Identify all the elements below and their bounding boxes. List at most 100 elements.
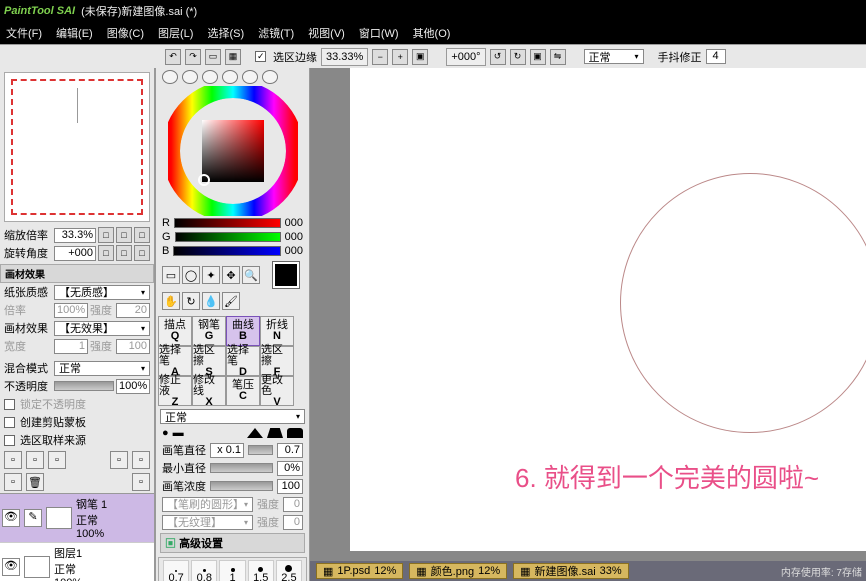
menu-window[interactable]: 窗口(W) bbox=[359, 25, 399, 41]
selection-source-checkbox[interactable] bbox=[4, 435, 15, 446]
deselect-button[interactable]: ▭ bbox=[205, 49, 221, 65]
mixer-tab[interactable] bbox=[222, 70, 238, 84]
swatch-tab[interactable] bbox=[242, 70, 258, 84]
advanced-settings-toggle[interactable]: ▣ 高级设置 bbox=[160, 533, 305, 553]
color-wheel[interactable] bbox=[156, 86, 309, 216]
size-preset[interactable]: 1 bbox=[219, 560, 245, 581]
brush-tool[interactable]: 🖌 bbox=[222, 292, 240, 310]
zoom-in-button[interactable]: + bbox=[392, 49, 408, 65]
size-preset[interactable]: 1.5 bbox=[248, 560, 274, 581]
nav-angle-input[interactable]: +000 bbox=[54, 246, 96, 261]
color-wheel-tab[interactable] bbox=[162, 70, 178, 84]
anchor-tool[interactable]: 描点Q bbox=[158, 316, 192, 346]
invert-button[interactable]: ▦ bbox=[225, 49, 241, 65]
rotate-ccw-button[interactable]: ↺ bbox=[490, 49, 506, 65]
rgb-slider-tab[interactable] bbox=[182, 70, 198, 84]
eye-icon[interactable]: 👁 bbox=[2, 509, 20, 527]
menu-select[interactable]: 选择(S) bbox=[207, 25, 244, 41]
doc-tab[interactable]: ▦新建图像.sai33% bbox=[513, 563, 629, 579]
tip-shape-3[interactable] bbox=[287, 428, 303, 438]
tip-shape-2[interactable] bbox=[267, 428, 283, 438]
opacity-slider[interactable] bbox=[54, 381, 114, 391]
brush-size-slider[interactable] bbox=[248, 445, 273, 455]
lock-opacity-checkbox[interactable] bbox=[4, 399, 15, 410]
canvas-area[interactable]: 6. 就得到一个完美的圆啦~ ▦1P.psd12% ▦颜色.png12% ▦新建… bbox=[310, 68, 866, 581]
whiteout-tool[interactable]: 修正液Z bbox=[158, 376, 192, 406]
new-linework-button[interactable]: ▫ bbox=[26, 451, 44, 469]
nav-zoom-out[interactable]: □ bbox=[98, 227, 114, 243]
canvas-paper[interactable]: 6. 就得到一个完美的圆啦~ bbox=[350, 68, 866, 551]
material-effect-dropdown[interactable]: 【无效果】 bbox=[54, 321, 150, 336]
curve-tool[interactable]: 曲线B bbox=[226, 316, 260, 346]
zoom-fit-button[interactable]: ▣ bbox=[412, 49, 428, 65]
fg-color-swatch[interactable] bbox=[273, 262, 299, 288]
zoom-tool[interactable]: 🔍 bbox=[242, 266, 260, 284]
lineedit-tool[interactable]: 修改线X bbox=[192, 376, 226, 406]
zoom-out-button[interactable]: − bbox=[372, 49, 388, 65]
blend-mode-dropdown[interactable]: 正常 bbox=[54, 361, 150, 376]
pen-tool[interactable]: 钢笔G bbox=[192, 316, 226, 346]
pressure-tool[interactable]: 笔压C bbox=[226, 376, 260, 406]
rect-select-tool[interactable]: ▭ bbox=[162, 266, 180, 284]
flatten-button[interactable]: ▫ bbox=[132, 473, 150, 491]
nav-rot-ccw[interactable]: □ bbox=[98, 245, 114, 261]
b-slider[interactable] bbox=[173, 246, 280, 256]
menu-other[interactable]: 其他(O) bbox=[413, 25, 451, 41]
min-size-value[interactable]: 0% bbox=[277, 461, 303, 476]
new-layer-button[interactable]: ▫ bbox=[4, 451, 22, 469]
nav-zoom-input[interactable]: 33.3% bbox=[54, 228, 96, 243]
move-tool[interactable]: ✥ bbox=[222, 266, 240, 284]
wand-tool[interactable]: ✦ bbox=[202, 266, 220, 284]
stabilizer-value[interactable]: 4 bbox=[706, 49, 726, 64]
pen-mode-icon[interactable]: ✎ bbox=[24, 509, 42, 527]
eyedrop-tool[interactable]: 💧 bbox=[202, 292, 220, 310]
selpen2-tool[interactable]: 选择笔D bbox=[226, 346, 260, 376]
nav-zoom-in[interactable]: □ bbox=[116, 227, 132, 243]
new-folder-button[interactable]: ▫ bbox=[48, 451, 66, 469]
layer-item[interactable]: 👁 图层1正常100% bbox=[0, 543, 154, 581]
r-slider[interactable] bbox=[174, 218, 281, 228]
polyline-tool[interactable]: 折线N bbox=[260, 316, 294, 346]
flip-button[interactable]: ⇋ bbox=[550, 49, 566, 65]
selerase2-tool[interactable]: 选区擦F bbox=[260, 346, 294, 376]
nav-zoom-fit[interactable]: □ bbox=[134, 227, 150, 243]
menu-file[interactable]: 文件(F) bbox=[6, 25, 42, 41]
lasso-tool[interactable]: ◯ bbox=[182, 266, 200, 284]
g-slider[interactable] bbox=[175, 232, 281, 242]
doc-tab[interactable]: ▦颜色.png12% bbox=[409, 563, 507, 579]
redo-button[interactable]: ↷ bbox=[185, 49, 201, 65]
merge-button[interactable]: ▫ bbox=[132, 451, 150, 469]
rotate-tool[interactable]: ↻ bbox=[182, 292, 200, 310]
menu-view[interactable]: 视图(V) bbox=[308, 25, 345, 41]
menu-edit[interactable]: 编辑(E) bbox=[56, 25, 93, 41]
top-blend-dropdown[interactable]: 正常 bbox=[584, 49, 644, 64]
selerase-tool[interactable]: 选区擦S bbox=[192, 346, 226, 376]
delete-layer-button[interactable]: 🗑 bbox=[26, 473, 44, 491]
hsv-slider-tab[interactable] bbox=[202, 70, 218, 84]
navigator[interactable] bbox=[4, 72, 150, 222]
brush-blend-dropdown[interactable]: 正常 bbox=[160, 409, 305, 424]
hand-tool[interactable]: ✋ bbox=[162, 292, 180, 310]
transfer-button[interactable]: ▫ bbox=[110, 451, 128, 469]
selection-border-checkbox[interactable] bbox=[255, 51, 266, 62]
menu-filter[interactable]: 滤镜(T) bbox=[258, 25, 294, 41]
min-size-slider[interactable] bbox=[210, 463, 273, 473]
size-preset[interactable]: 0.8 bbox=[191, 560, 217, 581]
recolor-tool[interactable]: 更改色V bbox=[260, 376, 294, 406]
menu-layer[interactable]: 图层(L) bbox=[158, 25, 193, 41]
scratch-tab[interactable] bbox=[262, 70, 278, 84]
tip-shape-1[interactable] bbox=[247, 428, 263, 438]
opacity-value[interactable]: 100% bbox=[116, 379, 150, 394]
clipping-mask-checkbox[interactable] bbox=[4, 417, 15, 428]
density-value[interactable]: 100 bbox=[277, 479, 303, 494]
size-preset[interactable]: 0.7 bbox=[163, 560, 189, 581]
density-slider[interactable] bbox=[210, 481, 273, 491]
selpen-tool[interactable]: 选择笔A bbox=[158, 346, 192, 376]
menu-image[interactable]: 图像(C) bbox=[107, 25, 144, 41]
rotate-cw-button[interactable]: ↻ bbox=[510, 49, 526, 65]
nav-rot-cw[interactable]: □ bbox=[116, 245, 132, 261]
undo-button[interactable]: ↶ bbox=[165, 49, 181, 65]
brush-size-value[interactable]: 0.7 bbox=[277, 443, 303, 458]
paper-texture-dropdown[interactable]: 【无质感】 bbox=[54, 285, 150, 300]
rotate-reset-button[interactable]: ▣ bbox=[530, 49, 546, 65]
